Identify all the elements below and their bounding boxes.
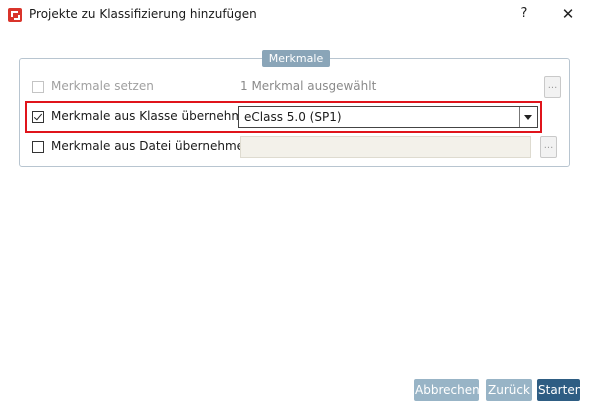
back-button[interactable]: Zurück: [486, 379, 532, 401]
help-button[interactable]: ?: [514, 4, 534, 24]
file-features-checkbox[interactable]: [32, 141, 44, 153]
set-features-value: 1 Merkmal ausgewählt: [240, 79, 377, 93]
set-features-checkbox[interactable]: [32, 81, 44, 93]
start-button[interactable]: Starten: [537, 379, 582, 401]
cancel-button[interactable]: Abbrechen: [414, 379, 480, 401]
chevron-down-icon[interactable]: [519, 107, 537, 127]
set-features-label: Merkmale setzen: [51, 79, 154, 93]
file-browse-button[interactable]: ...: [540, 136, 557, 158]
class-select-value: eClass 5.0 (SP1): [244, 110, 342, 124]
title-bar: Projekte zu Klassifizierung hinzufügen ?…: [0, 0, 590, 30]
app-icon: [8, 8, 22, 22]
window-title: Projekte zu Klassifizierung hinzufügen: [29, 7, 257, 21]
features-group-title: Merkmale: [262, 50, 330, 67]
class-features-checkbox[interactable]: [32, 111, 44, 123]
set-features-browse-button[interactable]: ...: [544, 76, 561, 98]
class-features-label: Merkmale aus Klasse übernehmen: [51, 109, 259, 123]
class-select[interactable]: eClass 5.0 (SP1): [238, 106, 538, 128]
file-features-label: Merkmale aus Datei übernehmen: [51, 139, 252, 153]
close-button[interactable]: ✕: [558, 4, 578, 24]
file-path-field[interactable]: [240, 136, 531, 158]
